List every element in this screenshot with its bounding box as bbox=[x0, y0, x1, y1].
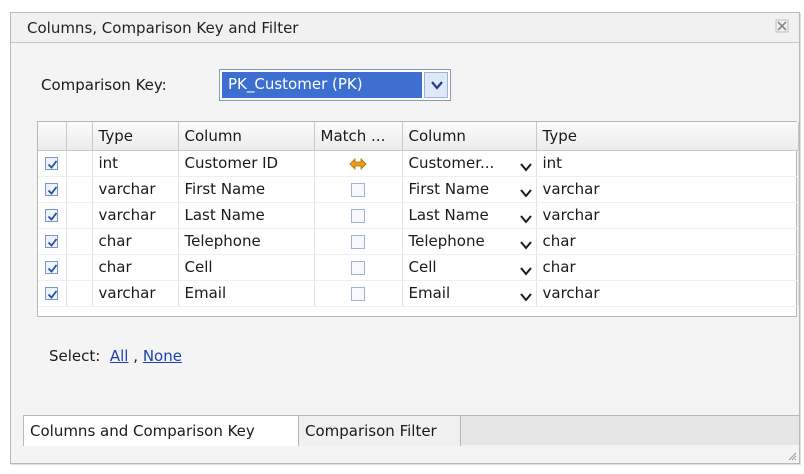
row-checkbox-cell[interactable] bbox=[38, 150, 67, 177]
right-type-cell: char bbox=[536, 254, 799, 281]
row-checkbox[interactable] bbox=[45, 157, 59, 170]
table-row[interactable]: varchar Last Name Last Name varchar bbox=[38, 202, 799, 229]
tab-comparison-filter[interactable]: Comparison Filter bbox=[299, 416, 461, 446]
tab-columns-comparison-key[interactable]: Columns and Comparison Key bbox=[23, 416, 299, 446]
select-none-link[interactable]: None bbox=[143, 347, 182, 365]
right-type-cell: char bbox=[536, 228, 799, 255]
header-blank bbox=[66, 122, 93, 151]
dialog-title: Columns, Comparison Key and Filter bbox=[27, 19, 299, 37]
left-type-cell: varchar bbox=[92, 176, 179, 203]
row-blank-cell bbox=[66, 228, 93, 255]
chevron-down-icon[interactable] bbox=[519, 262, 532, 280]
comparison-key-dropdown[interactable]: PK_Customer (PK) bbox=[219, 69, 451, 101]
header-right-type[interactable]: Type bbox=[536, 122, 799, 151]
match-cell[interactable] bbox=[314, 254, 403, 281]
match-cell[interactable] bbox=[314, 228, 403, 255]
chevron-down-icon[interactable] bbox=[519, 288, 532, 306]
resize-grip-icon[interactable] bbox=[787, 451, 797, 461]
right-column-cell[interactable]: Email bbox=[402, 280, 537, 307]
select-row: Select: All , None bbox=[49, 347, 182, 365]
left-type-cell: char bbox=[92, 254, 179, 281]
row-blank-cell bbox=[66, 150, 93, 177]
row-checkbox[interactable] bbox=[45, 287, 59, 300]
left-type-cell: int bbox=[92, 150, 179, 177]
match-checkbox[interactable] bbox=[351, 234, 365, 249]
right-column-value: Cell bbox=[408, 258, 437, 276]
right-column-cell[interactable]: Customer... bbox=[402, 150, 537, 177]
row-checkbox-cell[interactable] bbox=[38, 228, 67, 255]
right-column-value: Telephone bbox=[408, 232, 485, 250]
header-match[interactable]: Match ... bbox=[314, 122, 403, 151]
row-blank-cell bbox=[66, 202, 93, 229]
row-blank-cell bbox=[66, 254, 93, 281]
row-checkbox-cell[interactable] bbox=[38, 176, 67, 203]
row-checkbox-cell[interactable] bbox=[38, 254, 67, 281]
left-column-cell: Last Name bbox=[178, 202, 315, 229]
select-separator: , bbox=[133, 347, 139, 365]
left-column-cell: Telephone bbox=[178, 228, 315, 255]
match-checkbox[interactable] bbox=[351, 208, 365, 223]
row-checkbox[interactable] bbox=[45, 209, 59, 222]
comparison-key-label: Comparison Key: bbox=[41, 76, 167, 94]
key-match-icon bbox=[349, 157, 367, 170]
right-column-value: Last Name bbox=[408, 206, 489, 224]
right-column-value: First Name bbox=[408, 180, 490, 198]
match-cell[interactable] bbox=[314, 202, 403, 229]
header-right-column[interactable]: Column bbox=[402, 122, 537, 151]
header-left-column[interactable]: Column bbox=[178, 122, 315, 151]
row-checkbox-cell[interactable] bbox=[38, 202, 67, 229]
right-column-cell[interactable]: Cell bbox=[402, 254, 537, 281]
left-column-cell: Customer ID bbox=[178, 150, 315, 177]
match-cell[interactable] bbox=[314, 280, 403, 307]
right-column-cell[interactable]: First Name bbox=[402, 176, 537, 203]
table-row[interactable]: varchar First Name First Name varchar bbox=[38, 176, 799, 203]
chevron-down-icon[interactable] bbox=[519, 210, 532, 228]
row-checkbox[interactable] bbox=[45, 235, 59, 248]
table-row[interactable]: char Telephone Telephone char bbox=[38, 228, 799, 255]
table-row[interactable]: int Customer ID Customer... int bbox=[38, 150, 799, 177]
right-type-cell: int bbox=[536, 150, 799, 177]
columns-comparison-dialog: Columns, Comparison Key and Filter Compa… bbox=[10, 12, 800, 464]
left-type-cell: varchar bbox=[92, 202, 179, 229]
header-left-type[interactable]: Type bbox=[92, 122, 179, 151]
match-checkbox[interactable] bbox=[351, 182, 365, 197]
match-checkbox[interactable] bbox=[351, 286, 365, 301]
row-checkbox-cell[interactable] bbox=[38, 280, 67, 307]
row-blank-cell bbox=[66, 176, 93, 203]
left-type-cell: char bbox=[92, 228, 179, 255]
chevron-down-icon[interactable] bbox=[519, 158, 532, 176]
select-label: Select: bbox=[49, 347, 101, 365]
match-cell[interactable] bbox=[314, 176, 403, 203]
right-column-value: Customer... bbox=[408, 154, 495, 172]
title-bar: Columns, Comparison Key and Filter bbox=[11, 13, 799, 43]
chevron-down-icon[interactable] bbox=[519, 184, 532, 202]
row-checkbox[interactable] bbox=[45, 183, 59, 196]
columns-table: Type Column Match ... Column Type int Cus… bbox=[37, 121, 799, 317]
left-column-cell: Email bbox=[178, 280, 315, 307]
tab-bar: Columns and Comparison Key Comparison Fi… bbox=[23, 415, 799, 446]
table-row[interactable]: varchar Email Email varchar bbox=[38, 280, 799, 307]
right-type-cell: varchar bbox=[536, 280, 799, 307]
left-column-cell: Cell bbox=[178, 254, 315, 281]
right-column-value: Email bbox=[408, 284, 451, 302]
match-cell[interactable] bbox=[314, 150, 403, 177]
table-row[interactable]: char Cell Cell char bbox=[38, 254, 799, 281]
header-check bbox=[38, 122, 67, 151]
chevron-down-icon[interactable] bbox=[424, 72, 448, 98]
row-blank-cell bbox=[66, 280, 93, 307]
row-checkbox[interactable] bbox=[45, 261, 59, 274]
right-column-cell[interactable]: Last Name bbox=[402, 202, 537, 229]
table-header-row: Type Column Match ... Column Type bbox=[38, 122, 799, 151]
chevron-down-icon[interactable] bbox=[519, 236, 532, 254]
match-checkbox[interactable] bbox=[351, 260, 365, 275]
left-column-cell: First Name bbox=[178, 176, 315, 203]
right-type-cell: varchar bbox=[536, 176, 799, 203]
right-type-cell: varchar bbox=[536, 202, 799, 229]
select-all-link[interactable]: All bbox=[110, 347, 129, 365]
left-type-cell: varchar bbox=[92, 280, 179, 307]
right-column-cell[interactable]: Telephone bbox=[402, 228, 537, 255]
close-icon[interactable] bbox=[775, 19, 791, 35]
comparison-key-value[interactable]: PK_Customer (PK) bbox=[222, 72, 422, 98]
